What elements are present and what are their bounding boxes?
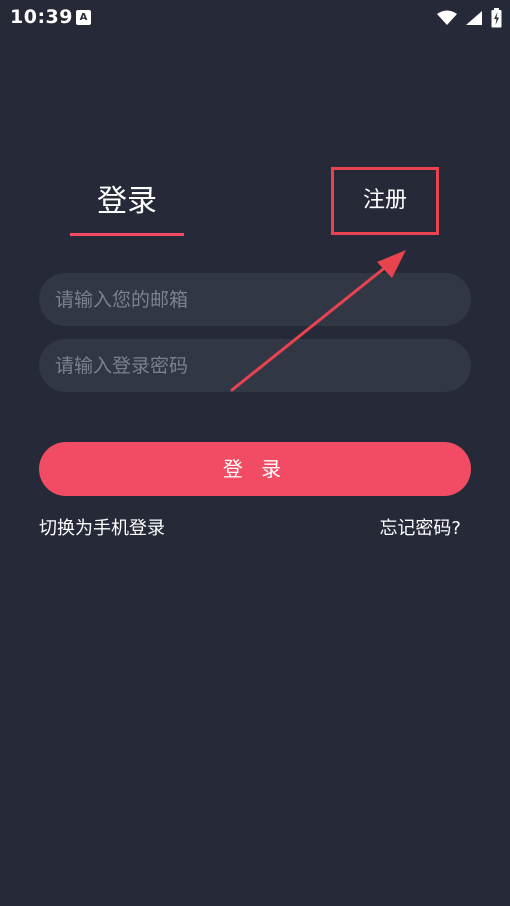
signal-icon <box>466 11 482 25</box>
status-time: 10:39 <box>10 6 73 28</box>
notification-a-icon: A <box>76 10 91 25</box>
email-input[interactable] <box>39 273 471 326</box>
tab-login-underline <box>70 233 184 236</box>
status-bar: 10:39 A <box>0 0 510 36</box>
wifi-icon <box>437 10 457 25</box>
tab-login[interactable]: 登录 <box>70 180 184 236</box>
forgot-password-link[interactable]: 忘记密码? <box>379 516 461 542</box>
login-button[interactable]: 登 录 <box>39 442 471 496</box>
status-icons <box>437 8 502 28</box>
switch-to-phone-login-link[interactable]: 切换为手机登录 <box>39 516 165 542</box>
tab-login-label: 登录 <box>97 184 157 219</box>
tab-register-label: 注册 <box>362 188 407 213</box>
battery-icon <box>491 8 502 28</box>
password-input[interactable] <box>39 339 471 392</box>
login-screen: 10:39 A 登录 注册 登 录 切换为手机登录 <box>0 0 510 906</box>
tab-register[interactable]: 注册 <box>331 167 439 235</box>
